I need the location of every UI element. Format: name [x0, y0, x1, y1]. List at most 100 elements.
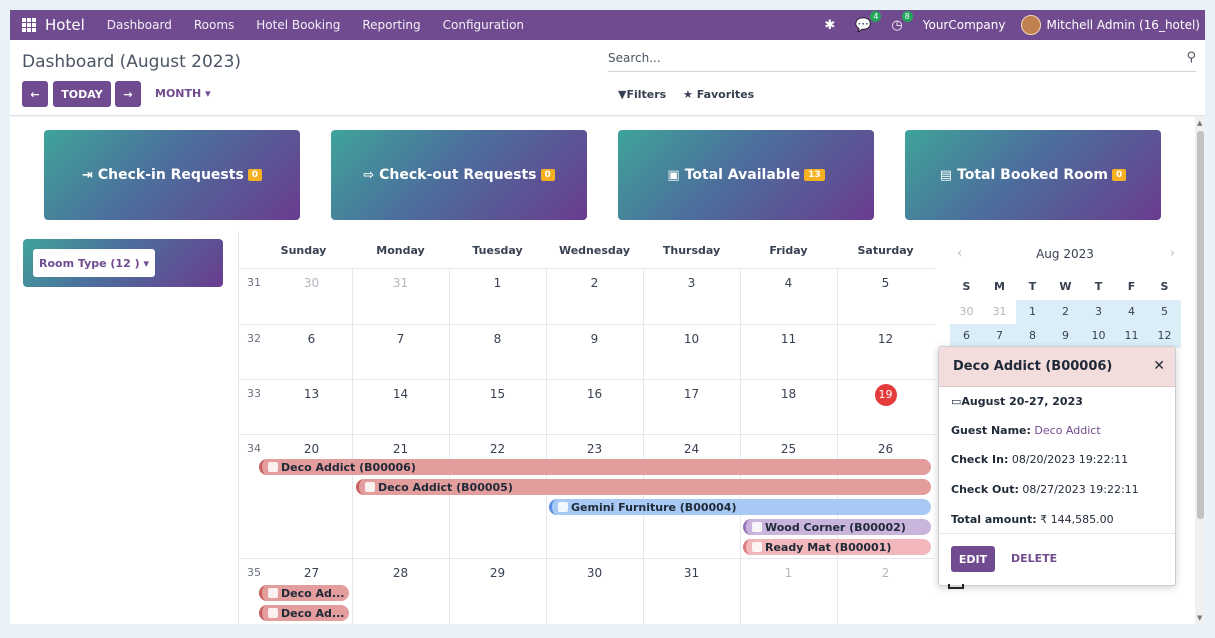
search-input[interactable]	[608, 48, 1168, 65]
card-label: Check-in Requests	[97, 167, 244, 183]
booking-event[interactable]: Gemini Furniture (B00004)	[549, 499, 931, 515]
day-cell[interactable]: 31	[643, 566, 740, 580]
booking-event[interactable]: Ready Mat (B00001)	[743, 539, 931, 555]
mini-day[interactable]: 30	[950, 300, 983, 324]
scrollbar-thumb[interactable]	[1197, 131, 1204, 519]
total-available-card[interactable]: ▣ Total Available 13	[618, 130, 874, 220]
event-label: Deco Addict (B00005)	[378, 480, 513, 494]
checkin-requests-card[interactable]: ⇥ Check-in Requests 0	[44, 130, 300, 220]
activities-clock-icon[interactable]: ◷ 8	[891, 10, 913, 33]
debug-bug-icon[interactable]: ✱	[824, 18, 835, 33]
app-name[interactable]: Hotel	[45, 16, 85, 34]
filters-label: Filters	[626, 88, 667, 101]
today-button[interactable]: TODAY	[53, 81, 111, 107]
mini-day[interactable]: 3	[1082, 300, 1115, 324]
day-cell[interactable]: 1	[740, 566, 837, 580]
day-cell[interactable]: 30	[263, 276, 360, 290]
day-cell[interactable]: 22	[449, 442, 546, 456]
day-cell[interactable]: 14	[352, 387, 449, 401]
day-cell[interactable]: 26	[837, 442, 934, 456]
sign-out-icon: ⇨	[363, 167, 375, 183]
day-cell[interactable]: 21	[352, 442, 449, 456]
day-cell[interactable]: 6	[263, 332, 360, 346]
mini-day[interactable]: 10	[1082, 324, 1115, 348]
filters-button[interactable]: ▼Filters	[618, 88, 666, 101]
mini-dayletter: S	[1160, 280, 1169, 293]
menu-rooms[interactable]: Rooms	[194, 18, 234, 32]
day-cell[interactable]: 17	[643, 387, 740, 401]
day-cell[interactable]: 10	[643, 332, 740, 346]
mini-day[interactable]: 6	[950, 324, 983, 348]
user-menu[interactable]: Mitchell Admin (16_hotel)	[1046, 18, 1200, 32]
mini-day[interactable]: 2	[1049, 300, 1082, 324]
day-cell[interactable]: 4	[740, 276, 837, 290]
booking-icon	[752, 542, 762, 552]
booking-event[interactable]: Deco Addict (B00005)	[356, 479, 931, 495]
mini-day[interactable]: 4	[1115, 300, 1148, 324]
vertical-scrollbar[interactable]: ▲ ▼	[1195, 117, 1205, 624]
scale-dropdown[interactable]: MONTH ▾	[155, 87, 211, 100]
chevron-right-icon[interactable]: ›	[1170, 246, 1175, 261]
day-cell[interactable]: 25	[740, 442, 837, 456]
mini-day[interactable]: 9	[1049, 324, 1082, 348]
previous-button[interactable]: ←	[22, 81, 48, 107]
day-cell[interactable]: 28	[352, 566, 449, 580]
mini-day[interactable]: 8	[1016, 324, 1049, 348]
total-booked-room-card[interactable]: ▤ Total Booked Room 0	[905, 130, 1161, 220]
today-cell[interactable]: 19	[837, 384, 934, 406]
day-cell[interactable]: 27	[263, 566, 360, 580]
day-cell[interactable]: 16	[546, 387, 643, 401]
checkout-requests-card[interactable]: ⇨ Check-out Requests 0	[331, 130, 587, 220]
day-cell[interactable]: 30	[546, 566, 643, 580]
guest-link[interactable]: Deco Addict	[1034, 424, 1100, 437]
mini-day[interactable]: 5	[1148, 300, 1181, 324]
room-type-label: Room Type (12 )	[39, 256, 140, 270]
day-cell[interactable]: 23	[546, 442, 643, 456]
day-cell[interactable]: 24	[643, 442, 740, 456]
day-cell[interactable]: 2	[546, 276, 643, 290]
day-cell[interactable]: 5	[837, 276, 934, 290]
booking-event[interactable]: Deco Ad...	[259, 585, 349, 601]
booking-event[interactable]: Deco Ad...	[259, 605, 349, 621]
apps-menu-icon[interactable]	[22, 18, 36, 32]
scroll-up-icon[interactable]: ▲	[1197, 119, 1202, 127]
scroll-down-icon[interactable]: ▼	[1197, 614, 1202, 622]
user-avatar[interactable]	[1021, 15, 1042, 35]
day-cell[interactable]: 15	[449, 387, 546, 401]
menu-hotel-booking[interactable]: Hotel Booking	[256, 18, 340, 32]
day-cell[interactable]: 31	[352, 276, 449, 290]
day-cell[interactable]: 11	[740, 332, 837, 346]
next-button[interactable]: →	[115, 81, 141, 107]
mini-day[interactable]: 31	[983, 300, 1016, 324]
booking-event[interactable]: Wood Corner (B00002)	[743, 519, 931, 535]
day-cell[interactable]: 9	[546, 332, 643, 346]
close-icon[interactable]: ✕	[1153, 358, 1165, 374]
menu-configuration[interactable]: Configuration	[443, 18, 524, 32]
month-label: MONTH	[155, 87, 202, 100]
day-cell[interactable]: 18	[740, 387, 837, 401]
messages-icon[interactable]: 💬 4	[855, 10, 882, 33]
delete-button[interactable]: DELETE	[1011, 552, 1057, 565]
day-cell[interactable]: 29	[449, 566, 546, 580]
day-cell[interactable]: 2	[837, 566, 934, 580]
company-switcher[interactable]: YourCompany	[923, 18, 1006, 32]
mini-day[interactable]: 1	[1016, 300, 1049, 324]
day-cell[interactable]: 7	[352, 332, 449, 346]
day-cell[interactable]: 8	[449, 332, 546, 346]
day-cell[interactable]: 1	[449, 276, 546, 290]
room-type-dropdown[interactable]: Room Type (12 ) ▾	[33, 249, 155, 277]
menu-reporting[interactable]: Reporting	[362, 18, 420, 32]
day-cell[interactable]: 13	[263, 387, 360, 401]
day-cell[interactable]: 3	[643, 276, 740, 290]
event-label: Deco Addict (B00006)	[281, 460, 416, 474]
search-icon[interactable]: ⚲	[1186, 50, 1196, 65]
day-cell[interactable]: 20	[263, 442, 360, 456]
booking-event[interactable]: Deco Addict (B00006)	[259, 459, 931, 475]
mini-day[interactable]: 12	[1148, 324, 1181, 348]
mini-day[interactable]: 11	[1115, 324, 1148, 348]
favorites-button[interactable]: ★ Favorites	[683, 88, 754, 101]
mini-day[interactable]: 7	[983, 324, 1016, 348]
day-cell[interactable]: 12	[837, 332, 934, 346]
edit-button[interactable]: EDIT	[951, 546, 995, 572]
menu-dashboard[interactable]: Dashboard	[107, 18, 172, 32]
